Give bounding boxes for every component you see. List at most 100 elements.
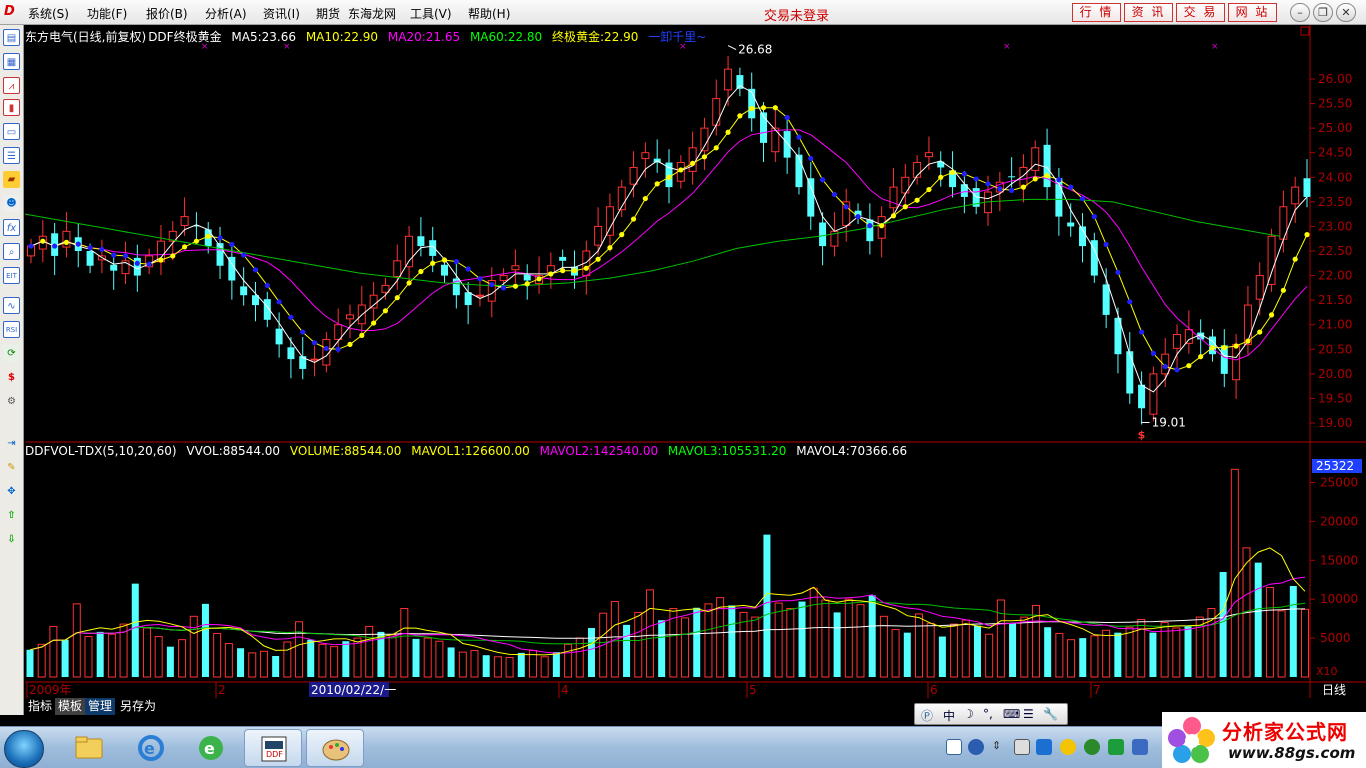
moon-icon[interactable]: ☽	[963, 707, 974, 721]
gold-dot	[536, 276, 542, 282]
pencil-icon[interactable]: ✎	[3, 459, 20, 476]
trade-button[interactable]: 交 易	[1176, 3, 1225, 22]
volume-bar-up	[493, 656, 502, 678]
tab-template[interactable]: 模板	[55, 698, 86, 715]
chart-area[interactable]: 26.00 25.50 25.00 24.50 24.00 23.50 23.00 22.50…	[25, 25, 1366, 715]
gold-dot	[938, 174, 944, 180]
volume-bar-up	[224, 643, 233, 678]
list-icon[interactable]: ☰	[3, 147, 20, 164]
tray-shield-icon[interactable]	[1108, 739, 1124, 755]
volume-value: VOLUME:88544.00	[289, 444, 402, 458]
zjhj-value: 终极黄金:22.90	[552, 30, 639, 44]
menu-function[interactable]: 功能(F)	[87, 5, 127, 22]
price-tick-label: 25.50	[1318, 97, 1352, 111]
volume-bar-up	[985, 633, 994, 678]
stock-app-taskbar-icon[interactable]: DDF	[244, 729, 302, 767]
paint-taskbar-icon[interactable]	[306, 729, 364, 767]
refresh-icon[interactable]: ⟳	[3, 345, 20, 362]
gold-dot	[1304, 232, 1310, 238]
menu-help[interactable]: 帮助(H)	[468, 5, 510, 22]
tray-ime-icon[interactable]	[946, 739, 962, 755]
wave-icon[interactable]: ∿	[3, 297, 20, 314]
candlestick-icon[interactable]: ▮	[3, 99, 20, 116]
price-tick-label: 21.00	[1318, 318, 1352, 332]
users-icon[interactable]: ☻	[3, 195, 20, 212]
blue-dot	[276, 299, 282, 305]
tray-help-icon[interactable]	[968, 739, 984, 755]
volume-bar-down	[26, 649, 34, 677]
stock-title: 东方电气(日线,前复权)	[25, 30, 147, 44]
menu-analysis[interactable]: 分析(A)	[205, 5, 247, 22]
signal-marker: ×	[1211, 42, 1219, 52]
blue-dot	[1103, 241, 1109, 248]
tray-network-icon[interactable]	[1132, 739, 1148, 755]
tray-arrows-icon[interactable]: ⇕	[992, 739, 1008, 755]
table-icon[interactable]: ▦	[3, 53, 20, 70]
tab-indicator[interactable]: 指标	[25, 698, 55, 715]
tray-green-icon[interactable]	[1084, 739, 1100, 755]
wrench-icon[interactable]: 🔧	[1043, 707, 1058, 721]
site-watermark: 分析家公式网 www.88gs.com	[1162, 712, 1366, 768]
volume-bar-up	[330, 646, 339, 678]
etf-icon[interactable]: EIT	[3, 267, 20, 284]
tray-app-icon[interactable]	[1014, 739, 1030, 755]
menu-futures[interactable]: 期货	[316, 5, 340, 22]
menu-quote[interactable]: 报价(B)	[146, 5, 188, 22]
date-label: 5	[749, 683, 757, 697]
search-icon[interactable]: ⌕	[3, 243, 20, 260]
date-label: 2009年	[29, 683, 72, 697]
windows-icon[interactable]: ▭	[3, 123, 20, 140]
volume-bar-up	[1125, 626, 1134, 678]
tab-manage[interactable]: 管理	[85, 698, 116, 715]
keyboard-icon[interactable]: ⌨	[1003, 707, 1020, 721]
news-button[interactable]: 资 讯	[1124, 3, 1173, 22]
menu-system[interactable]: 系统(S)	[28, 5, 69, 22]
tray-star-icon[interactable]	[1060, 739, 1076, 755]
candle-body-up	[499, 275, 508, 281]
menu-info[interactable]: 资讯(I)	[263, 5, 300, 22]
volume-bar-up	[1137, 618, 1146, 678]
volume-bar-up	[681, 617, 690, 678]
blue-dot	[311, 340, 318, 346]
candle-body-up	[1243, 304, 1252, 345]
close-icon[interactable]: ✕	[1336, 3, 1356, 22]
date-label: 7	[1093, 683, 1101, 697]
minimize-icon[interactable]: –	[1290, 3, 1310, 22]
arrow-up-icon[interactable]: ⇧	[3, 507, 20, 524]
ie-taskbar-icon[interactable]: e	[122, 729, 180, 767]
blue-dot	[784, 114, 790, 121]
move-icon[interactable]: ✥	[3, 483, 20, 500]
arrow-down-icon[interactable]: ⇩	[3, 531, 20, 548]
menu-icon[interactable]: ☰	[1023, 707, 1034, 721]
ime-lang[interactable]: 中	[943, 707, 955, 724]
volume-bar-down	[342, 641, 350, 677]
cursor-date: 2010/02/22/一	[311, 683, 396, 697]
tab-save-as[interactable]: 另存为	[117, 698, 159, 715]
candle-body-down	[133, 257, 141, 276]
folder-icon[interactable]: ▰	[3, 171, 20, 188]
gold-dot	[1221, 345, 1227, 351]
menu-tools[interactable]: 工具(V)	[410, 5, 452, 22]
restore-icon[interactable]: ❐	[1313, 3, 1333, 22]
menu-donghai[interactable]: 东海龙网	[348, 5, 396, 22]
dollar-icon[interactable]: $	[3, 369, 20, 386]
quote-button[interactable]: 行 情	[1072, 3, 1121, 22]
import-icon[interactable]: ⇥	[3, 435, 20, 452]
start-button[interactable]	[4, 730, 44, 768]
quote-list-icon[interactable]: ▤	[3, 29, 20, 46]
website-button[interactable]: 网 站	[1228, 3, 1277, 22]
rsi-icon[interactable]: RSI	[3, 321, 20, 338]
candle-body-down	[1067, 222, 1075, 227]
line-chart-icon[interactable]: ⩘	[3, 77, 20, 94]
browser-taskbar-icon[interactable]: e	[182, 729, 240, 767]
explorer-taskbar-icon[interactable]	[60, 729, 118, 767]
function-icon[interactable]: fx	[3, 219, 20, 236]
punct-icon[interactable]: °,	[983, 707, 993, 721]
tray-blue-icon[interactable]	[1036, 739, 1052, 755]
volume-bar-up	[716, 597, 725, 678]
mavol4-value: MAVOL4:70366.66	[796, 444, 908, 458]
chart-svg[interactable]: 26.00 25.50 25.00 24.50 24.00 23.50 23.00 22.50…	[25, 25, 1366, 698]
settings-icon[interactable]: ⚙	[3, 393, 20, 410]
ime-toolbar[interactable]: Ⓟ 中 ☽ °, ⌨ ☰ 🔧	[914, 703, 1068, 725]
candle-body-up	[381, 284, 390, 293]
